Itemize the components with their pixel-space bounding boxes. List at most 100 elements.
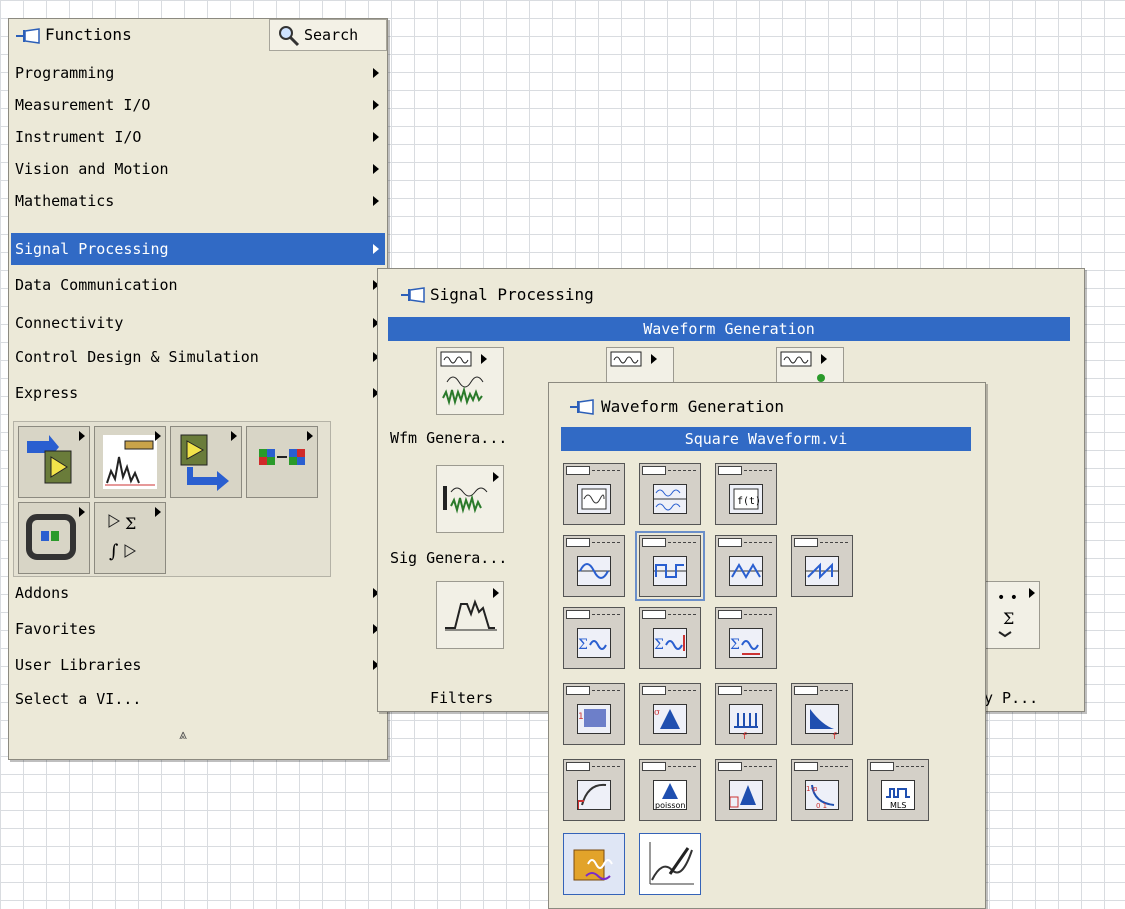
pin-icon[interactable] [15,26,41,46]
svg-text:Σ: Σ [125,514,136,533]
category-label: Measurement I/O [15,96,151,114]
category-vision-and-motion[interactable]: Vision and Motion [11,153,385,185]
submenu-arrow-icon [79,507,85,517]
gamma-noise-icon[interactable] [563,759,625,821]
inverse-f-noise-icon[interactable]: f [791,683,853,745]
svg-text:σ: σ [654,708,660,718]
category-label: User Libraries [15,656,142,674]
submenu-arrow-icon [373,244,379,254]
formula-waveform-icon[interactable]: f(t) [715,463,777,525]
frequency-text: f [832,732,838,742]
point-by-point-icon[interactable]: • • Σ [984,581,1040,649]
category-label: Select a VI... [15,690,142,708]
submenu-arrow-icon [493,588,499,598]
category-label: Favorites [15,620,97,638]
select-a-vi-item[interactable]: Select a VI... [11,683,385,715]
express-arithmetic-icon[interactable]: Σ ∫ [94,502,166,574]
category-signal-processing[interactable]: Signal Processing [11,233,385,265]
express-exec-control-icon[interactable] [18,502,90,574]
sig-generation-label: Sig Genera... [390,549,508,567]
category-mathematics[interactable]: Mathematics [11,185,385,217]
frequency-text: f [742,732,748,742]
category-label: Addons [15,584,70,602]
category-measurement-io[interactable]: Measurement I/O [11,89,385,121]
functions-palette-header: Functions Search [9,19,387,53]
search-button[interactable]: Search [269,19,387,51]
category-label: Express [15,384,79,402]
category-favorites[interactable]: Favorites [11,613,385,645]
pin-icon[interactable] [400,285,426,305]
category-label: Data Communication [15,276,178,294]
submenu-arrow-icon [493,472,499,482]
mls-sequence-icon[interactable]: MLS [867,759,929,821]
express-output-icon[interactable] [170,426,242,498]
category-user-libraries[interactable]: User Libraries [11,649,385,681]
svg-text:0 1: 0 1 [816,802,827,809]
submenu-arrow-icon [231,431,237,441]
submenu-arrow-icon [481,354,487,364]
category-connectivity[interactable]: Connectivity [11,307,385,339]
simulate-signal-express-icon[interactable] [563,833,625,895]
svg-text:Σ: Σ [1003,609,1014,628]
point-by-point-label: y P... [984,689,1039,707]
submenu-arrow-icon [373,132,379,142]
bernoulli-noise-icon[interactable]: 1-p 0 1 [791,759,853,821]
category-express[interactable]: Express [11,377,385,409]
category-label: Instrument I/O [15,128,142,146]
category-label: Signal Processing [15,240,169,258]
submenu-arrow-icon [373,100,379,110]
gaussian-white-noise-icon[interactable]: σ [639,683,701,745]
express-icon-grid: Σ ∫ [13,421,331,577]
basic-multitone-waveform-icon[interactable]: Σ [563,607,625,669]
mls-text: MLS [890,801,906,809]
category-label: Mathematics [15,192,115,210]
periodic-random-noise-icon[interactable]: f [715,683,777,745]
pin-icon[interactable] [569,397,595,417]
submenu-arrow-icon [1029,588,1035,598]
express-analysis-icon[interactable] [94,426,166,498]
create-waveform-express-icon[interactable] [639,833,701,895]
sawtooth-waveform-icon[interactable] [791,535,853,597]
formula-text: f(t) [737,496,761,507]
sine-waveform-icon[interactable] [563,535,625,597]
waveform-generation-icon[interactable] [436,347,504,415]
signal-processing-title: Signal Processing [430,285,594,304]
wfm-generation-label: Wfm Genera... [390,429,508,447]
express-signal-manipulation-icon[interactable] [246,426,318,498]
svg-text:Σ: Σ [730,637,740,653]
category-programming[interactable]: Programming [11,57,385,89]
category-control-design-simulation[interactable]: Control Design & Simulation [11,341,385,373]
triangle-waveform-icon[interactable] [715,535,777,597]
search-label: Search [304,26,359,44]
waveform-generation-palette: Waveform Generation Square Waveform.vi f… [548,382,986,909]
submenu-arrow-icon [155,431,161,441]
category-label: Vision and Motion [15,160,169,178]
filters-icon[interactable] [436,581,504,649]
poisson-noise-icon[interactable]: poisson [639,759,701,821]
uniform-white-noise-icon[interactable]: 1 [563,683,625,745]
functions-palette-title: Functions [45,25,132,44]
svg-text:Σ: Σ [578,637,588,653]
category-addons[interactable]: Addons [11,577,385,609]
express-input-icon[interactable] [18,426,90,498]
svg-text:1: 1 [578,712,584,722]
signal-generation-icon[interactable] [436,465,504,533]
multitone-freq-icon[interactable]: Σ [715,607,777,669]
multitone-amplitude-icon[interactable]: Σ [639,607,701,669]
submenu-arrow-icon [155,507,161,517]
category-instrument-io[interactable]: Instrument I/O [11,121,385,153]
square-waveform-icon[interactable] [635,531,705,601]
category-label: Connectivity [15,314,124,332]
waveform-generation-title: Waveform Generation [601,397,785,416]
category-data-communication[interactable]: Data Communication [11,269,385,301]
functions-palette: Functions Search Programming Measurement… [8,18,388,760]
svg-text:• •: • • [997,590,1018,606]
submenu-arrow-icon [651,354,657,364]
collapse-chevron-icon[interactable]: ⩓ [179,727,187,743]
binomial-noise-icon[interactable] [715,759,777,821]
poisson-text: poisson [655,801,686,809]
basic-multitone-icon[interactable] [639,463,701,525]
submenu-arrow-icon [373,68,379,78]
basic-function-generator-icon[interactable] [563,463,625,525]
highlight-bar: Square Waveform.vi [561,427,971,451]
